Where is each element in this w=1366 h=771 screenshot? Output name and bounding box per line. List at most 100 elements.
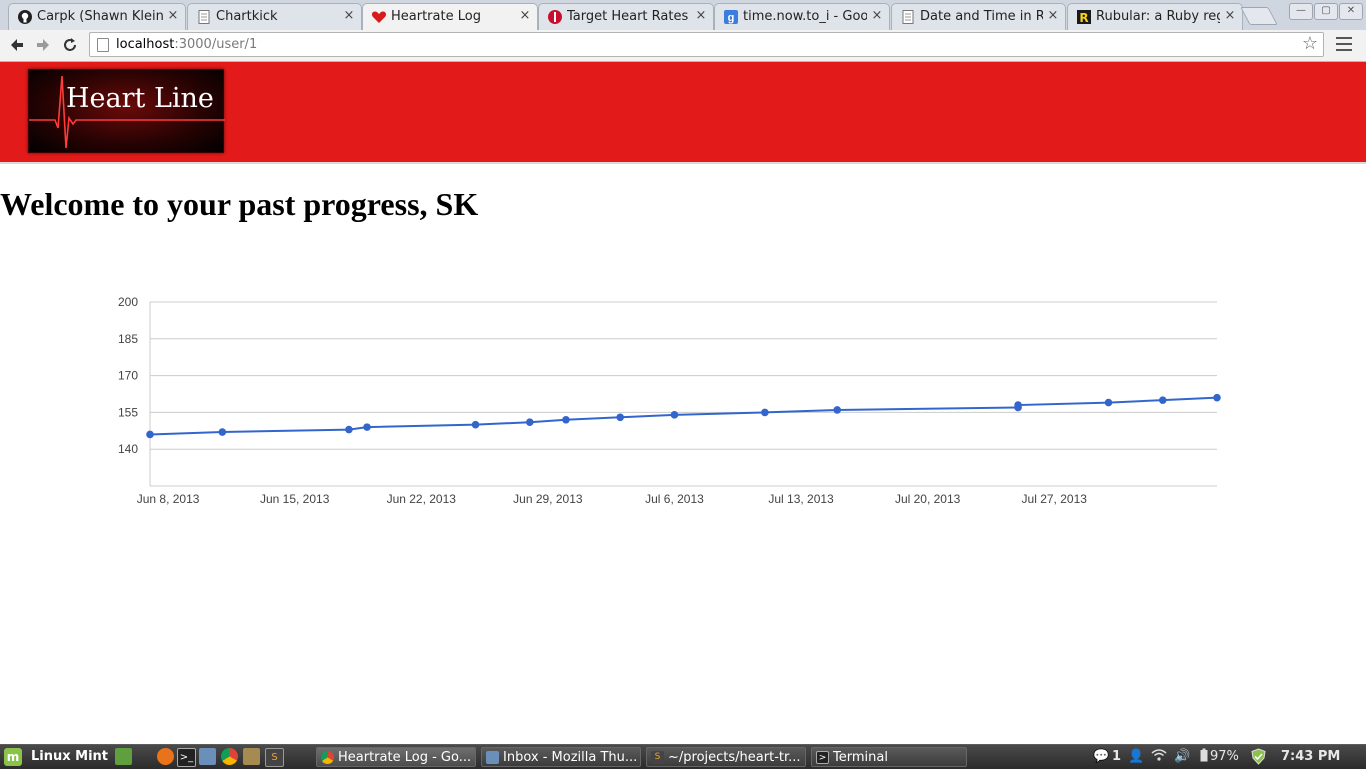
- battery-icon[interactable]: [1200, 748, 1208, 766]
- data-point: [562, 415, 570, 424]
- x-tick-label: Jul 13, 2013: [768, 492, 834, 506]
- taskbar-window-label: Terminal: [833, 750, 888, 765]
- maximize-window-button[interactable]: ▢: [1314, 3, 1338, 20]
- notification-count: 1: [1112, 749, 1122, 764]
- url-text[interactable]: localhost:3000/user/1: [116, 37, 257, 53]
- line-chart-svg: 200 185 170 155 140 Jun 8, 2013 Jun 15, 2013 J…: [118, 295, 1221, 506]
- system-taskbar: m Linux Mint >_ S Heartrate Log - Go... …: [0, 744, 1366, 769]
- thunderbird-launcher-icon[interactable]: [199, 748, 216, 765]
- page-icon: [97, 38, 109, 52]
- x-tick-label: Jul 20, 2013: [895, 492, 961, 506]
- data-point: [1104, 398, 1113, 407]
- x-tick-label: Jun 22, 2013: [387, 492, 457, 506]
- clock: 7:43 PM: [1281, 749, 1341, 764]
- user-icon[interactable]: 👤: [1128, 748, 1144, 766]
- linux-mint-icon: m: [4, 748, 22, 766]
- close-tab-icon[interactable]: ×: [518, 8, 532, 24]
- header-banner: Heart Line: [0, 62, 1366, 164]
- data-point: [218, 428, 227, 436]
- tab-title: Target Heart Rates: [567, 9, 689, 24]
- close-tab-icon[interactable]: ×: [1223, 8, 1237, 24]
- close-tab-icon[interactable]: ×: [870, 8, 884, 24]
- tab-chartkick[interactable]: Chartkick ×: [187, 3, 362, 30]
- tab-rubular[interactable]: R Rubular: a Ruby regu ×: [1067, 3, 1243, 30]
- x-tick-label: Jun 15, 2013: [260, 492, 330, 506]
- data-point: [345, 425, 353, 434]
- tab-title: Chartkick: [216, 9, 278, 24]
- y-tick-label: 200: [118, 295, 138, 309]
- volume-icon[interactable]: 🔊: [1174, 748, 1190, 766]
- close-tab-icon[interactable]: ×: [1046, 8, 1060, 24]
- page-title: Welcome to your past progress, SK: [0, 186, 479, 222]
- url-host: localhost: [116, 37, 175, 52]
- show-desktop-icon[interactable]: [115, 748, 132, 765]
- tab-heartrate-log[interactable]: Heartrate Log ×: [362, 3, 538, 31]
- terminal-icon: >: [816, 751, 829, 764]
- svg-text:g: g: [728, 12, 735, 24]
- data-point: [146, 430, 154, 439]
- close-tab-icon[interactable]: ×: [342, 8, 356, 24]
- taskbar-window-sublime[interactable]: S ~/projects/heart-tr...: [646, 747, 806, 767]
- thunderbird-icon: [486, 751, 499, 764]
- data-point: [833, 406, 842, 414]
- address-bar[interactable]: localhost:3000/user/1 ☆: [89, 32, 1324, 57]
- taskbar-window-label: ~/projects/heart-tr...: [668, 750, 801, 765]
- heart-line-logo[interactable]: Heart Line: [28, 69, 225, 153]
- reload-icon: [64, 38, 76, 51]
- data-point: [1213, 393, 1221, 402]
- tab-google-search[interactable]: g time.now.to_i - Goog ×: [714, 3, 890, 30]
- firefox-icon[interactable]: [157, 748, 174, 765]
- arrow-right-icon: [37, 39, 49, 51]
- minimize-window-button[interactable]: —: [1289, 3, 1313, 20]
- forward-button[interactable]: [33, 35, 53, 55]
- close-tab-icon[interactable]: ×: [694, 8, 708, 24]
- x-tick-label: Jun 8, 2013: [137, 492, 200, 506]
- bookmark-star-icon[interactable]: ☆: [1302, 34, 1318, 54]
- tab-carpk[interactable]: Carpk (Shawn Klein) ×: [8, 3, 186, 30]
- data-point: [670, 411, 679, 419]
- page-viewport: Heart Line Welcome to your past progress…: [0, 62, 1366, 744]
- page-icon: [196, 9, 212, 25]
- github-icon: [17, 9, 33, 25]
- tab-title: Date and Time in Ru: [920, 9, 1043, 24]
- data-point: [471, 420, 480, 429]
- y-tick-label: 155: [118, 405, 138, 419]
- tab-title: Carpk (Shawn Klein): [37, 9, 163, 24]
- tab-title: time.now.to_i - Goog: [743, 9, 867, 24]
- data-point: [525, 418, 534, 427]
- data-point: [1158, 396, 1167, 404]
- chrome-launcher-icon[interactable]: [221, 748, 238, 765]
- close-tab-icon[interactable]: ×: [166, 8, 180, 24]
- hamburger-menu-icon[interactable]: [1336, 37, 1352, 53]
- close-window-button[interactable]: ✕: [1339, 3, 1363, 20]
- y-tick-label: 185: [118, 332, 138, 346]
- arrow-left-icon: [11, 39, 23, 51]
- reload-button[interactable]: [60, 35, 80, 55]
- x-tick-label: Jul 27, 2013: [1022, 492, 1088, 506]
- data-point: [616, 413, 625, 422]
- sublime-icon: S: [651, 751, 664, 764]
- browser-toolbar: localhost:3000/user/1 ☆: [0, 30, 1366, 62]
- update-shield-icon[interactable]: [1250, 748, 1267, 766]
- taskbar-window-terminal[interactable]: > Terminal: [811, 747, 967, 767]
- taskbar-window-chrome[interactable]: Heartrate Log - Go...: [316, 747, 476, 767]
- sublime-launcher-icon[interactable]: S: [265, 748, 284, 767]
- tab-title: Heartrate Log: [391, 9, 481, 24]
- data-point: [761, 408, 769, 417]
- data-point: [1014, 401, 1022, 409]
- browser-tab-strip: Carpk (Shawn Klein) × Chartkick × Heartr…: [0, 0, 1366, 31]
- heartrate-chart: 200 185 170 155 140 Jun 8, 2013 Jun 15, 2013 J…: [100, 287, 1250, 517]
- data-point: [363, 423, 371, 431]
- tab-target-heart-rates[interactable]: Target Heart Rates ×: [538, 3, 714, 30]
- back-button[interactable]: [7, 35, 27, 55]
- tab-date-and-time[interactable]: Date and Time in Ru ×: [891, 3, 1066, 30]
- google-icon: g: [723, 9, 739, 25]
- notifications-icon[interactable]: 💬: [1093, 748, 1109, 766]
- url-path: :3000/user/1: [174, 37, 258, 52]
- files-launcher-icon[interactable]: [243, 748, 260, 765]
- new-tab-button[interactable]: [1240, 7, 1278, 25]
- terminal-launcher-icon[interactable]: >_: [177, 748, 196, 767]
- taskbar-window-thunderbird[interactable]: Inbox - Mozilla Thu...: [481, 747, 641, 767]
- wifi-icon[interactable]: [1151, 748, 1167, 766]
- tab-title: Rubular: a Ruby regu: [1096, 9, 1220, 24]
